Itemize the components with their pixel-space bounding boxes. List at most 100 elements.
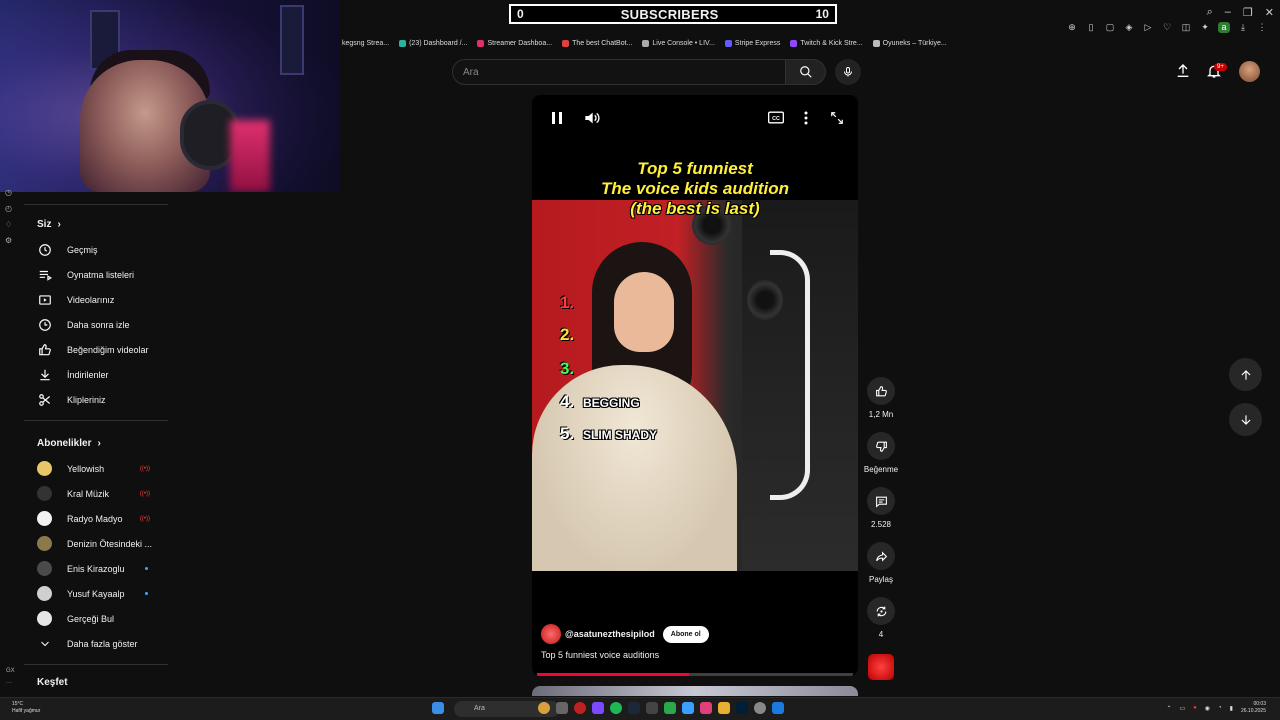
subscriptions-header[interactable]: Abonelikler › [24,431,168,456]
app-icon[interactable] [592,702,604,714]
thumbs-down-icon[interactable] [867,432,895,460]
battery-icon[interactable]: ▮ [1230,705,1233,712]
share-icon[interactable] [867,542,895,570]
sidebar-item-history[interactable]: Geçmiş [24,237,168,262]
search-icon[interactable]: ⌕ [1207,6,1213,19]
close-icon[interactable]: ✕ [1265,6,1274,19]
dislike-action[interactable]: Beğenme [864,432,898,487]
subscription-item[interactable]: Enis Kirazoglu [24,556,168,581]
bookmark[interactable]: kegsng Strea... [342,40,389,47]
you-section-header[interactable]: Siz › [24,212,168,237]
bookmark[interactable]: (23) Dashboard /... [399,40,467,47]
weather-widget[interactable]: 15°C Hafif yağmur [12,701,40,715]
pause-button[interactable] [551,111,563,130]
channel-avatar[interactable] [541,624,561,644]
bookmark[interactable]: Streamer Dashboa... [477,40,552,47]
comments-action[interactable]: 2.528 [867,487,895,542]
remix-icon[interactable] [867,597,895,625]
subscription-item[interactable]: Denizin Ötesindeki ... [24,531,168,556]
extension-icon[interactable]: ▢ [1104,22,1116,33]
sidebar-item-your-videos[interactable]: Videolarınız [24,287,168,312]
like-action[interactable]: 1,2 Mn [867,377,895,432]
your-videos-icon [37,292,53,308]
sound-thumbnail[interactable] [868,654,894,680]
search-button[interactable] [786,59,826,85]
create-button[interactable] [1174,62,1192,80]
subscription-item[interactable]: Gerçeği Bul [24,606,168,631]
volume-icon[interactable]: ◔ [1218,705,1222,711]
bookmark[interactable]: Live Console • LIV... [642,40,715,47]
sidebar-item-playlists[interactable]: Oynatma listeleri [24,262,168,287]
obs-icon[interactable] [754,702,766,714]
task-view-icon[interactable] [556,702,568,714]
windows-start-icon[interactable] [432,702,444,714]
xbox-icon[interactable] [664,702,676,714]
minimize-icon[interactable]: – [1225,6,1231,19]
restore-icon[interactable]: ❐ [1243,6,1253,19]
mic-icon[interactable]: ● [1193,705,1197,711]
subscription-item[interactable]: Yusuf Kayaalp [24,581,168,606]
play-icon[interactable]: ▷ [1142,22,1154,33]
bookmark[interactable]: Oyuneks – Türkiye... [872,40,947,47]
profile-icon[interactable]: a [1218,22,1230,33]
sidebar-item-downloads[interactable]: İndirilenler [24,362,168,387]
instagram-icon[interactable] [700,702,712,714]
app-icon[interactable] [646,702,658,714]
bookmark[interactable]: Twitch & Kick Stre... [790,40,863,47]
previous-short-button[interactable] [1229,358,1262,391]
heart-icon[interactable]: ♡ [1161,22,1173,33]
comment-icon[interactable] [867,487,895,515]
captions-button[interactable]: CC [768,111,784,129]
bookmark[interactable]: Stripe Express [724,40,780,47]
sidebar-item-liked-videos[interactable]: Beğendiğim videolar [24,337,168,362]
next-short-button[interactable] [1229,403,1262,436]
remix-action[interactable]: 4 [867,597,895,652]
fullscreen-button[interactable] [830,111,844,130]
more-icon[interactable]: ··· [6,680,15,686]
show-more-button[interactable]: Daha fazla göster [24,631,168,656]
clock-icon[interactable]: ◴ [5,204,12,213]
file-explorer-icon[interactable] [718,702,730,714]
puzzle-icon[interactable]: ✦ [1199,22,1211,33]
opera-icon[interactable] [574,702,586,714]
avatar[interactable] [1239,61,1260,82]
more-options-button[interactable] [803,111,809,130]
channel-handle[interactable]: @asatunezthesipilod [565,629,655,639]
clock[interactable]: 00:03 26.10.2025 [1241,701,1266,715]
voice-search-button[interactable] [835,59,861,85]
volume-button[interactable] [584,111,600,130]
network-icon[interactable]: ◉ [1205,705,1210,712]
shorts-player[interactable]: CC 1. 2. 3. 4. BEGGING 5. SLIM SHADY Top… [532,95,858,676]
subscription-item[interactable]: Radyo Madyo ((•)) [24,506,168,531]
sidebar-item-clips[interactable]: Klipleriniz [24,387,168,412]
chevron-up-icon[interactable]: ⌃ [1166,705,1171,712]
app-icon[interactable]: ▭ [1179,705,1185,712]
zoom-icon[interactable]: ⊕ [1066,22,1078,33]
next-short-preview[interactable] [532,686,858,696]
subscription-item[interactable]: Yellowish ((•)) [24,456,168,481]
app-icon[interactable] [538,702,550,714]
download-icon[interactable]: ⤓ [1237,22,1249,33]
progress-bar[interactable] [537,673,853,676]
app-icon[interactable] [772,702,784,714]
share-action[interactable]: Paylaş [867,542,895,597]
shield-icon[interactable]: ◈ [1123,22,1135,33]
subscription-item[interactable]: Kral Müzik ((•)) [24,481,168,506]
subscribe-button[interactable]: Abone ol [662,625,709,643]
steam-icon[interactable] [628,702,640,714]
photoshop-icon[interactable] [736,702,748,714]
extension-icon[interactable]: ▯ [1085,22,1097,33]
gx-icon[interactable]: GX [6,668,15,674]
like-icon[interactable]: ♢ [5,220,12,229]
extension-icon[interactable]: ◫ [1180,22,1192,33]
thumbs-up-icon[interactable] [867,377,895,405]
search-input[interactable]: Ara [452,59,786,85]
menu-icon[interactable]: ⋮ [1256,22,1268,33]
settings-icon[interactable]: ⚙ [5,236,12,245]
bookmark[interactable]: The best ChatBot... [562,40,632,47]
sidebar-item-watch-later[interactable]: Daha sonra izle [24,312,168,337]
spotify-icon[interactable] [610,702,622,714]
history-icon[interactable]: ◷ [5,188,12,197]
video-title[interactable]: Top 5 funniest voice auditions [541,650,659,660]
app-icon[interactable] [682,702,694,714]
